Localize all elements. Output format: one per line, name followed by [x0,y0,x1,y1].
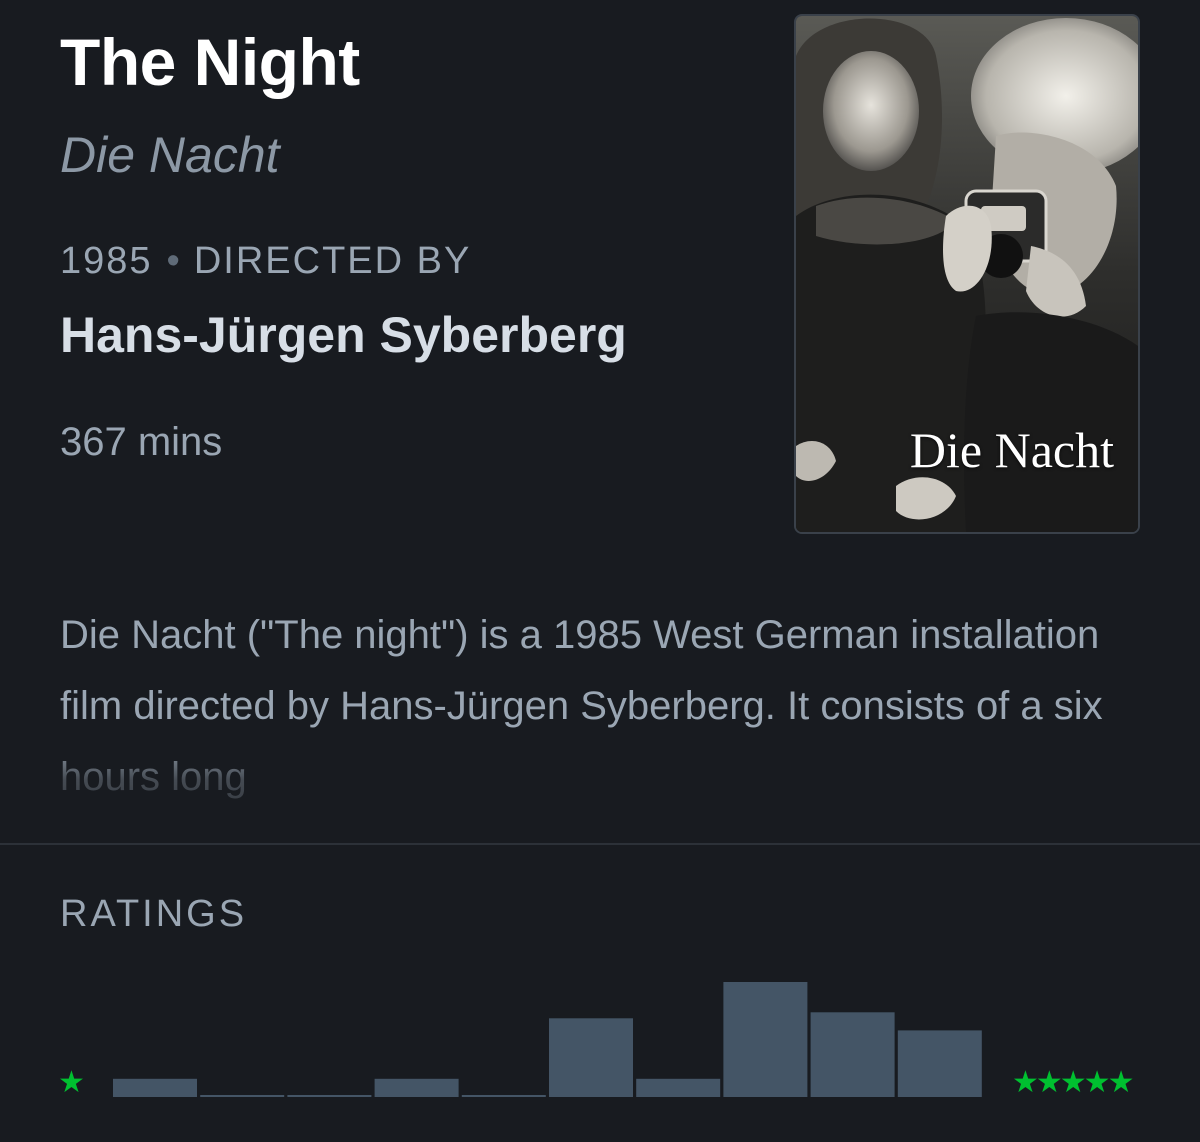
one-star-icon: ★ [58,1066,85,1099]
rating-bar[interactable] [461,1095,546,1097]
ratings-header[interactable]: RATINGS [60,893,247,936]
rating-bar[interactable] [200,1095,285,1097]
synopsis[interactable]: Die Nacht ("The night") is a 1985 West G… [60,600,1140,813]
director-name[interactable]: Hans-Jürgen Syberberg [60,306,627,364]
five-stars-icon: ★★★★★ [1012,1066,1134,1099]
rating-bar[interactable] [549,1018,633,1097]
rating-bar[interactable] [374,1078,459,1097]
runtime: 367 mins [60,420,223,464]
rating-bar[interactable] [113,1078,197,1097]
directed-by-label: DIRECTED BY [193,240,472,282]
film-title: The Night [60,25,360,99]
poster[interactable]: Die Nacht [794,14,1140,534]
rating-bar[interactable] [287,1095,372,1097]
rating-bar[interactable] [723,982,808,1097]
original-title: Die Nacht [60,127,280,183]
poster-title-text: Die Nacht [909,422,1114,478]
rating-bar[interactable] [636,1078,721,1097]
rating-bar[interactable] [810,1012,895,1097]
rating-bar[interactable] [897,1030,982,1097]
release-year[interactable]: 1985 [60,240,153,282]
section-divider [0,843,1200,845]
separator-dot: • [166,240,180,282]
film-meta: 1985 • DIRECTED BY [60,240,471,283]
